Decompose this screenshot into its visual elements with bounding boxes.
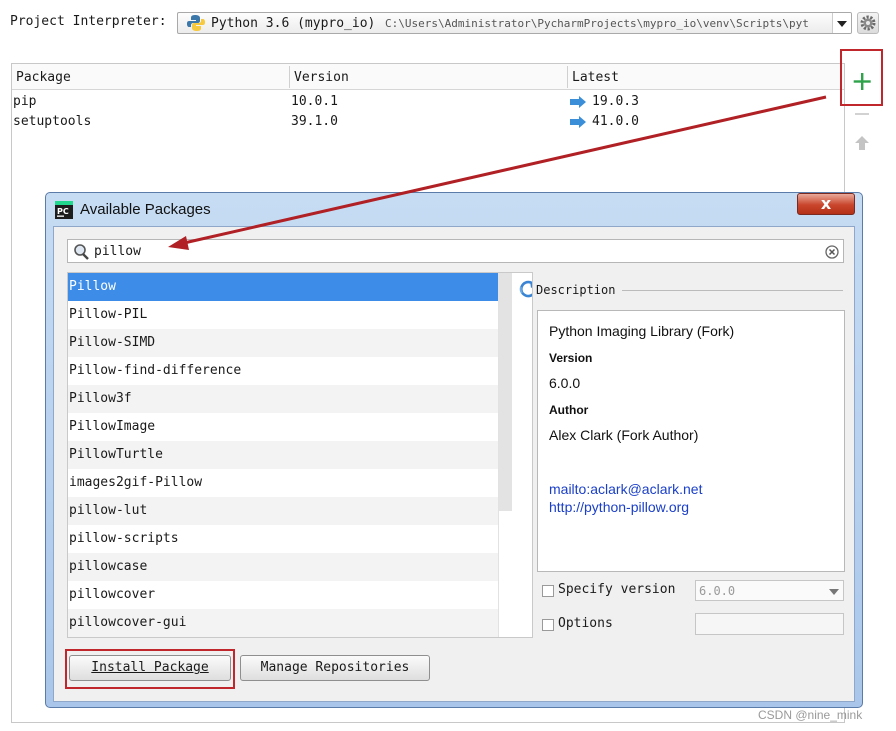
watermark: CSDN @nine_mink: [758, 708, 863, 722]
annotation-arrow: [168, 95, 827, 250]
